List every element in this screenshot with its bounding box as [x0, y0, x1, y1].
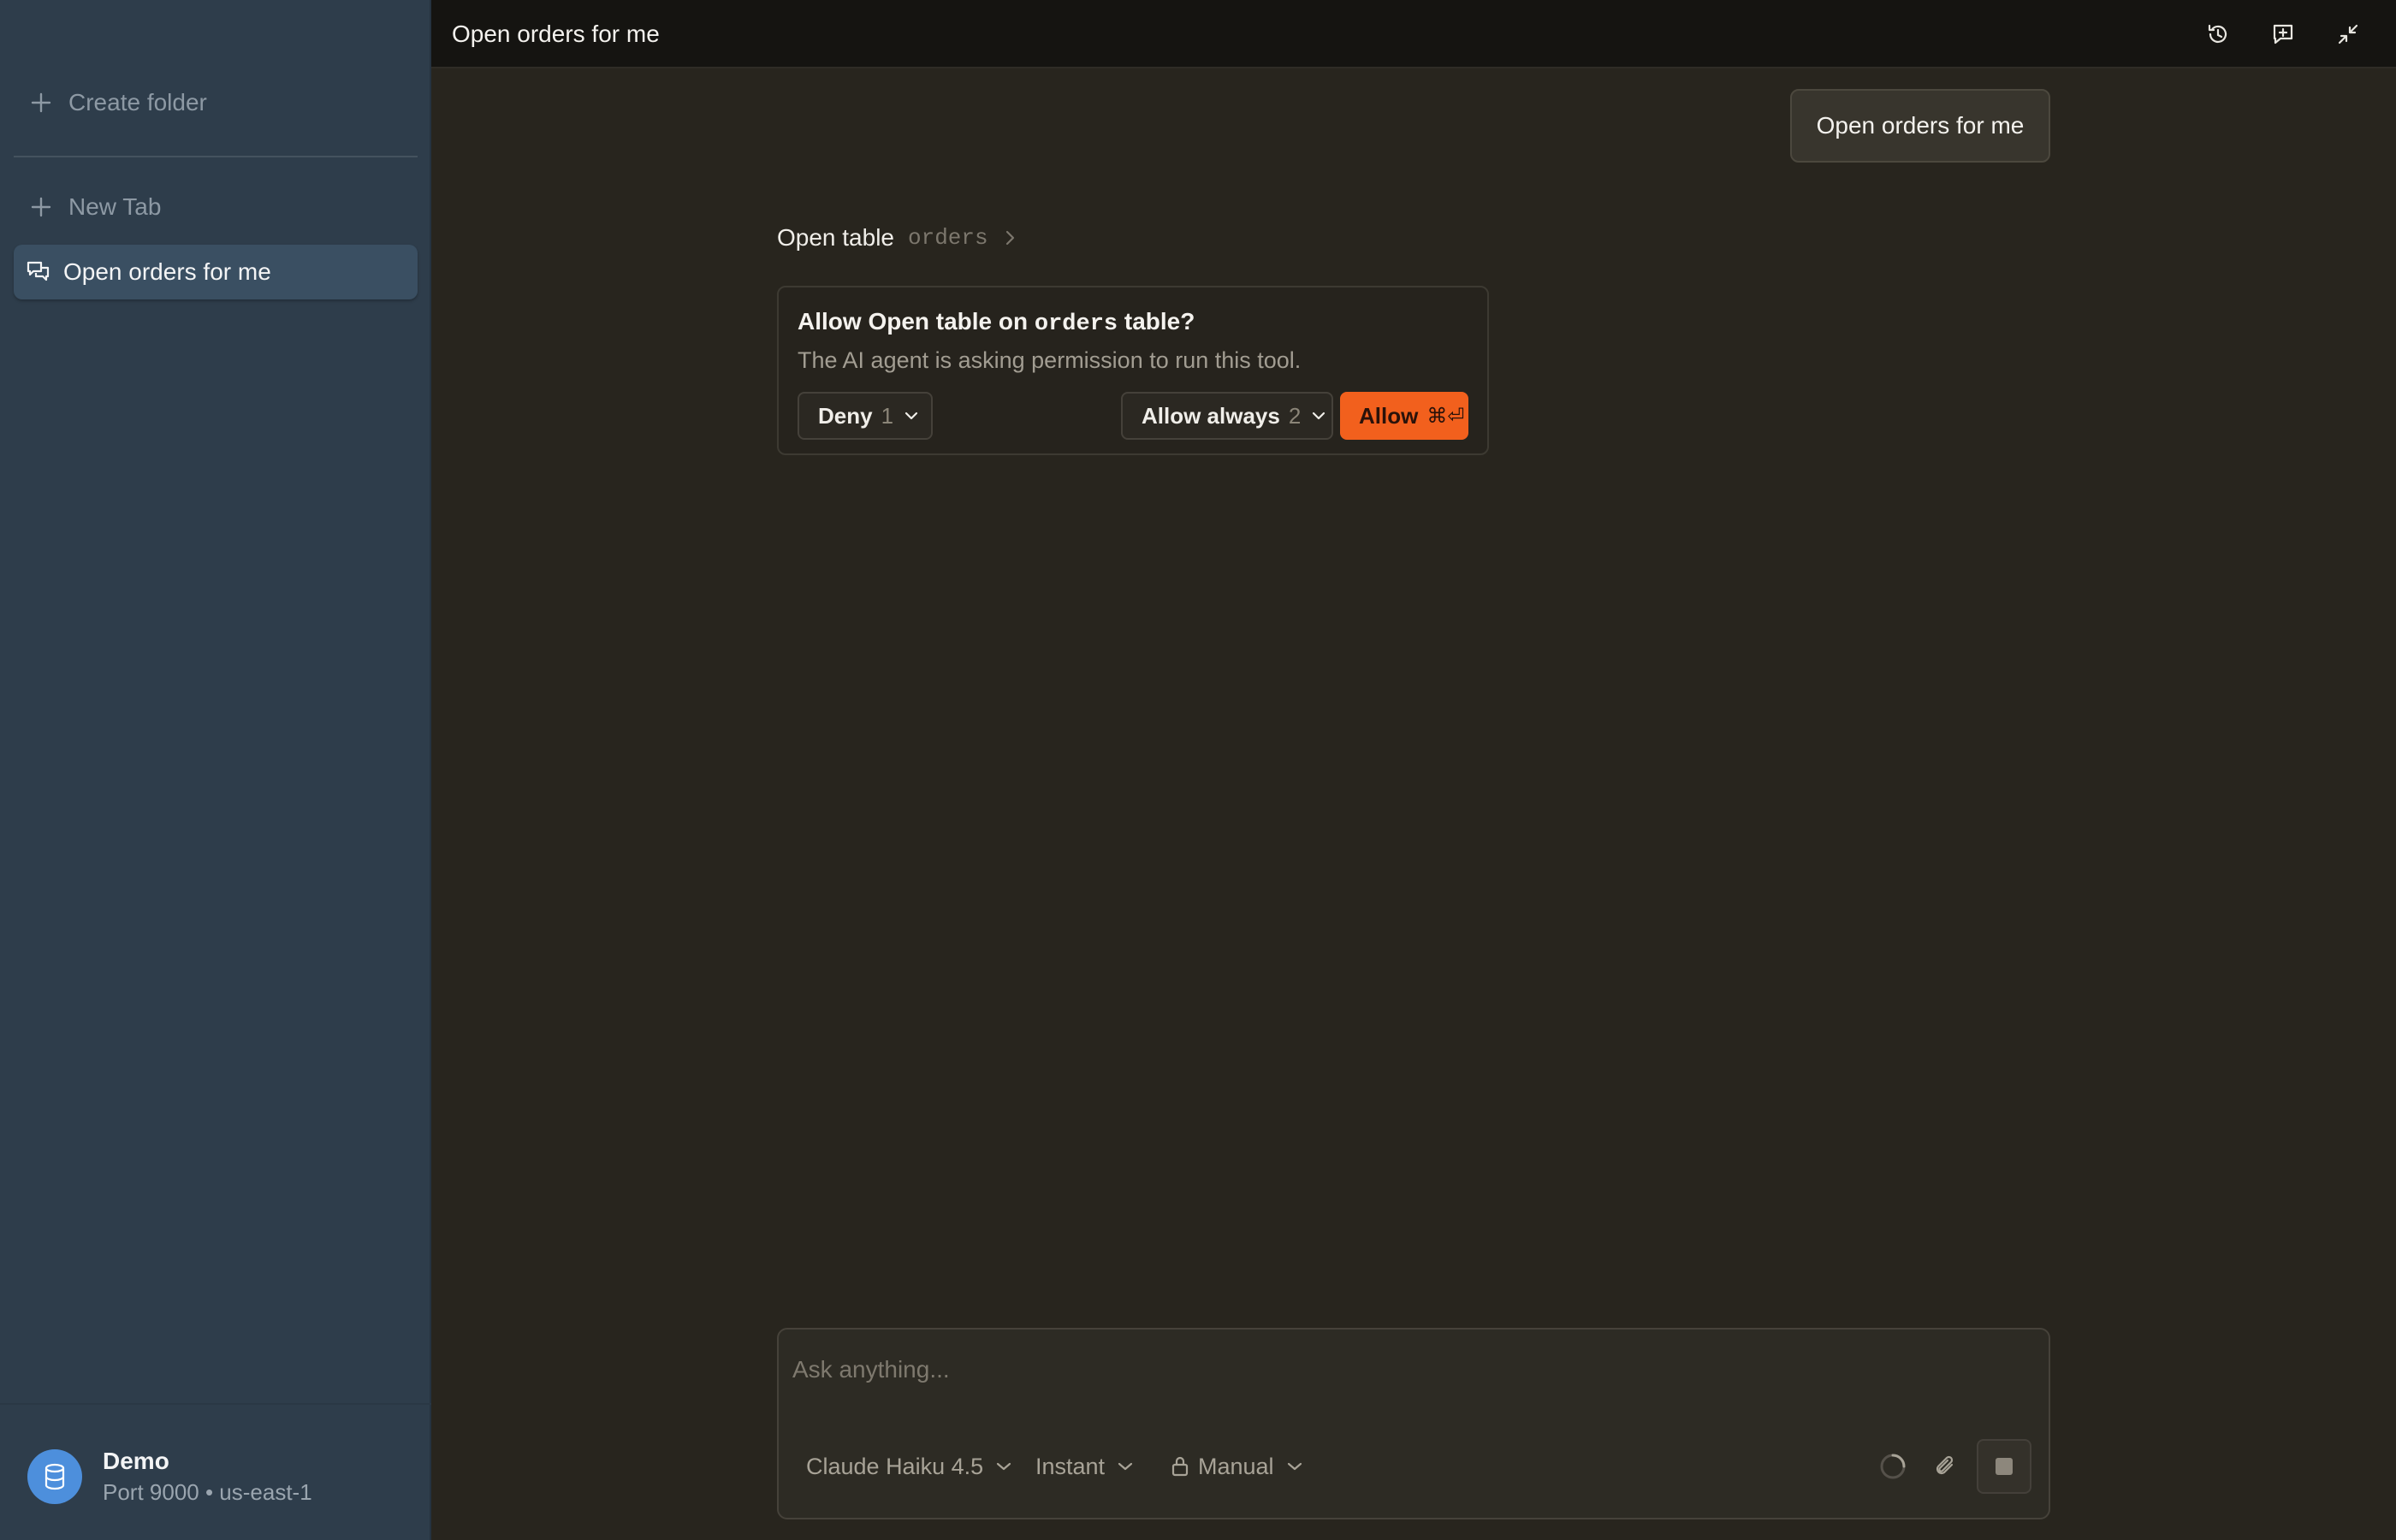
stop-icon — [1996, 1458, 2013, 1475]
sidebar-divider — [14, 156, 418, 157]
chat-bubbles-icon — [14, 260, 63, 284]
plus-icon — [14, 196, 68, 218]
chevron-right-icon[interactable] — [1002, 228, 1017, 247]
connection-name: Demo — [103, 1448, 169, 1474]
lock-icon — [1171, 1455, 1189, 1478]
tool-name: Open table — [777, 224, 894, 251]
stop-button[interactable] — [1977, 1439, 2031, 1494]
allow-always-label: Allow always — [1142, 402, 1280, 429]
sidebar: Create folder New Tab Open orders for me… — [0, 0, 431, 1540]
deny-button[interactable]: Deny 1 — [798, 392, 933, 440]
new-tab-label: New Tab — [68, 193, 162, 220]
paperclip-icon[interactable] — [1929, 1449, 1963, 1484]
model-selector[interactable]: Claude Haiku 4.5 — [806, 1444, 1012, 1489]
chevron-down-icon — [1311, 411, 1326, 421]
new-tab-button[interactable]: New Tab — [14, 180, 418, 234]
collapse-icon[interactable] — [2331, 17, 2365, 51]
tool-argument: orders — [908, 225, 988, 251]
model-label: Claude Haiku 4.5 — [806, 1453, 984, 1479]
page-title: Open orders for me — [452, 21, 660, 47]
connection-details: Port 9000 • us-east-1 — [103, 1479, 312, 1505]
message-input[interactable] — [792, 1348, 2025, 1391]
permission-title-table: orders — [1034, 311, 1118, 337]
sidebar-item-label: Open orders for me — [63, 258, 271, 285]
deny-shortcut: 1 — [881, 402, 894, 429]
permission-title-suffix: table? — [1124, 308, 1195, 335]
top-bar: Open orders for me — [431, 0, 2396, 68]
new-chat-icon[interactable] — [2266, 17, 2300, 51]
allow-label: Allow — [1359, 402, 1419, 429]
mode-selector[interactable]: Instant — [1035, 1444, 1134, 1489]
tool-call-row[interactable]: Open table orders — [777, 219, 1017, 257]
permission-mode-selector[interactable]: Manual — [1171, 1444, 1303, 1489]
chevron-down-icon — [1117, 1461, 1134, 1472]
allow-always-button[interactable]: Allow always 2 — [1121, 392, 1333, 440]
connection-info[interactable]: Demo Port 9000 • us-east-1 — [27, 1446, 312, 1507]
allow-button[interactable]: Allow ⌘⏎ — [1340, 392, 1468, 440]
database-icon — [27, 1449, 82, 1504]
history-icon[interactable] — [2201, 17, 2235, 51]
create-folder-button[interactable]: Create folder — [14, 75, 418, 130]
create-folder-label: Create folder — [68, 89, 207, 116]
chat-composer: Claude Haiku 4.5 Instant Manual — [777, 1328, 2050, 1519]
user-message: Open orders for me — [1790, 89, 2050, 163]
plus-icon — [14, 92, 68, 114]
permission-title-prefix: Allow Open table on — [798, 308, 1029, 335]
sidebar-item-open-orders[interactable]: Open orders for me — [14, 245, 418, 299]
permission-mode-label: Manual — [1198, 1453, 1274, 1479]
sidebar-footer-divider — [0, 1403, 431, 1405]
allow-shortcut: ⌘⏎ — [1426, 404, 1465, 428]
deny-label: Deny — [818, 402, 873, 429]
loading-spinner-icon — [1876, 1449, 1910, 1484]
chevron-down-icon — [904, 411, 919, 421]
chevron-down-icon — [995, 1461, 1012, 1472]
permission-description: The AI agent is asking permission to run… — [798, 347, 1302, 373]
chevron-down-icon — [1286, 1461, 1303, 1472]
permission-title: Allow Open table on orders table? — [798, 308, 1195, 337]
mode-label: Instant — [1035, 1453, 1106, 1479]
allow-always-shortcut: 2 — [1288, 402, 1302, 429]
permission-card: Allow Open table on orders table? The AI… — [777, 286, 1489, 455]
